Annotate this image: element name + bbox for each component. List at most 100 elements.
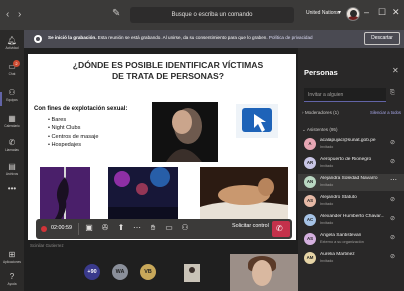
panel-title: Personas bbox=[304, 68, 338, 77]
share-button[interactable]: ⬆ bbox=[116, 223, 126, 232]
camera-button[interactable]: ▣ bbox=[84, 223, 94, 232]
rail-label: Llamadas bbox=[5, 148, 19, 152]
person-status: Invitado bbox=[320, 145, 334, 149]
minimize-button[interactable]: – bbox=[364, 7, 369, 17]
person-status: Invitado bbox=[320, 183, 334, 187]
avatar: AM bbox=[304, 252, 316, 264]
banner-bold-text: Se inició la grabación. bbox=[48, 35, 97, 40]
rail-label: Equipos bbox=[6, 98, 18, 102]
maximize-button[interactable]: ☐ bbox=[378, 7, 386, 18]
avatar: AR bbox=[304, 157, 316, 169]
rail-item-help[interactable]: ? Ayuda bbox=[0, 272, 24, 286]
microphone-button[interactable]: ✇ bbox=[100, 223, 110, 232]
section-label: Asistentes (95) bbox=[306, 127, 338, 132]
compose-icon[interactable]: ✎ bbox=[112, 8, 124, 20]
overflow-participants-tile[interactable]: +90 bbox=[84, 264, 100, 280]
title-bar: ‹ › ✎ Busque o escriba un comando United… bbox=[0, 0, 404, 30]
list-item[interactable]: A acalapujac@sunat.gob.pe Invitado ⊘ bbox=[298, 136, 404, 153]
person-status: Invitado bbox=[320, 202, 334, 206]
chevron-down-icon[interactable]: ▾ bbox=[338, 9, 341, 16]
rail-item-calendar[interactable]: ▦ Calendario bbox=[0, 114, 24, 128]
org-switcher[interactable]: United Nations bbox=[306, 10, 339, 16]
calendar-icon: ▦ bbox=[8, 114, 16, 123]
mic-off-icon: ⊘ bbox=[390, 197, 396, 203]
rail-item-files[interactable]: ▤ Archivos bbox=[0, 162, 24, 176]
forward-arrow-icon[interactable]: › bbox=[18, 9, 21, 20]
rail-more[interactable]: ••• bbox=[0, 184, 24, 194]
person-name: Aurelia Martinez bbox=[320, 252, 355, 257]
privacy-policy-link[interactable]: Política de privacidad bbox=[269, 35, 313, 40]
nightclub-photo bbox=[108, 167, 178, 227]
user-avatar[interactable] bbox=[346, 7, 360, 21]
banner-message: Esta reunión se está grabando. Al unirse… bbox=[96, 35, 268, 40]
mic-off-icon: ⊘ bbox=[390, 235, 396, 241]
chat-button[interactable]: ▭ bbox=[164, 223, 174, 232]
avatar: AC bbox=[304, 214, 316, 226]
slide-title: ¿DÓNDE ES POSIBLE IDENTIFICAR VÍCTIMAS D… bbox=[72, 60, 264, 81]
people-panel: Personas ✕ Invitar a alguien ⎘ › Moderad… bbox=[298, 48, 404, 291]
participant-video[interactable] bbox=[230, 254, 298, 291]
list-item[interactable]: AM Aurelia Martinez Invitado ⊘ bbox=[298, 250, 404, 267]
person-name: Aeropuerto de Rionegro bbox=[320, 157, 372, 162]
list-item: Centros de masaje bbox=[48, 133, 99, 141]
participants-button[interactable]: ⚇ bbox=[180, 223, 190, 232]
raise-hand-button[interactable]: ✋︎ bbox=[148, 223, 158, 233]
rail-item-calls[interactable]: ✆ Llamadas bbox=[0, 138, 24, 152]
dismiss-button[interactable]: Descartar bbox=[364, 32, 400, 45]
mic-off-icon: ⊘ bbox=[390, 254, 396, 260]
participant-thumbnail[interactable] bbox=[184, 264, 200, 282]
rail-item-teams[interactable]: ⚇ Equipos bbox=[0, 88, 24, 102]
rail-item-apps[interactable]: ⊞ Aplicaciones bbox=[0, 250, 24, 264]
request-control-button[interactable]: Solicitar control bbox=[232, 223, 269, 229]
teams-window: ‹ › ✎ Busque o escriba un comando United… bbox=[0, 0, 404, 291]
list-item[interactable]: AN Alejandra Soledad Navarro Invitado ⋯ bbox=[298, 174, 404, 191]
presenter-name: Scinilar Gutierrez bbox=[30, 243, 64, 248]
avatar: AS bbox=[304, 195, 316, 207]
rail-label: Ayuda bbox=[7, 282, 17, 286]
share-link-icon[interactable]: ⎘ bbox=[390, 90, 395, 97]
close-icon[interactable]: ✕ bbox=[392, 66, 399, 75]
invite-input[interactable]: Invitar a alguien bbox=[304, 88, 386, 102]
person-name: Alejandra Soledad Navarro bbox=[320, 176, 378, 181]
hang-up-button[interactable]: ✆ bbox=[272, 221, 290, 237]
search-input[interactable]: Busque o escriba un comando bbox=[130, 7, 294, 23]
person-status: Externo a su organización bbox=[320, 240, 364, 244]
person-name: Angela Santistevan bbox=[320, 233, 362, 238]
rail-item-activity[interactable]: 🔔︎ Actividad bbox=[0, 36, 24, 50]
list-item: Hospedajes bbox=[48, 141, 98, 149]
help-icon: ? bbox=[9, 272, 15, 281]
rail-item-chat[interactable]: ▭ Chat 2 bbox=[0, 60, 24, 76]
teams-icon: ⚇ bbox=[8, 88, 16, 97]
phone-hangup-icon: ✆ bbox=[276, 224, 283, 233]
recording-banner: Se inició la grabación. Esta reunión se … bbox=[24, 30, 404, 48]
list-item[interactable]: AR Aeropuerto de Rionegro Invitado ⊘ bbox=[298, 155, 404, 172]
slide-list: Bares Night Clubs Centros de masaje Hosp… bbox=[48, 116, 99, 150]
person-name: acalapujac@sunat.gob.pe bbox=[320, 138, 376, 143]
person-status: Invitado bbox=[320, 164, 334, 168]
rail-label: Chat bbox=[8, 72, 16, 76]
attendees-section[interactable]: ⌄ Asistentes (95) bbox=[302, 127, 338, 133]
mic-off-icon: ⊘ bbox=[390, 159, 396, 165]
participant-tile[interactable]: WA bbox=[112, 264, 128, 280]
section-label: Moderadores (1) bbox=[304, 110, 339, 115]
app-rail: 🔔︎ Actividad ▭ Chat 2 ⚇ Equipos ▦ Calend… bbox=[0, 30, 24, 291]
phone-icon: ✆ bbox=[8, 138, 16, 147]
file-icon: ▤ bbox=[8, 162, 16, 171]
recording-dot-icon bbox=[41, 226, 47, 232]
moderators-section[interactable]: › Moderadores (1) bbox=[302, 110, 339, 115]
more-options-button[interactable]: ⋯ bbox=[132, 223, 142, 232]
list-item[interactable]: AS Alejandro Statuto Invitado ⊘ bbox=[298, 193, 404, 210]
mic-off-icon: ⊘ bbox=[390, 140, 396, 146]
recording-icon bbox=[34, 35, 42, 43]
close-button[interactable]: ✕ bbox=[392, 7, 400, 18]
unread-badge: 2 bbox=[13, 60, 20, 67]
mute-all-button[interactable]: Silenciar a todos bbox=[370, 110, 401, 115]
rail-label: Actividad bbox=[5, 46, 19, 50]
list-item[interactable]: AS Angela Santistevan Externo a su organ… bbox=[298, 231, 404, 248]
back-arrow-icon[interactable]: ‹ bbox=[6, 9, 9, 20]
mic-off-icon: ⊘ bbox=[390, 216, 396, 222]
person-status: Invitado bbox=[320, 259, 334, 263]
list-item[interactable]: AC Alexander Humberto Chavar... Invitado… bbox=[298, 212, 404, 229]
participant-tile[interactable]: VB bbox=[140, 264, 156, 280]
more-options-icon[interactable]: ⋯ bbox=[390, 176, 397, 184]
